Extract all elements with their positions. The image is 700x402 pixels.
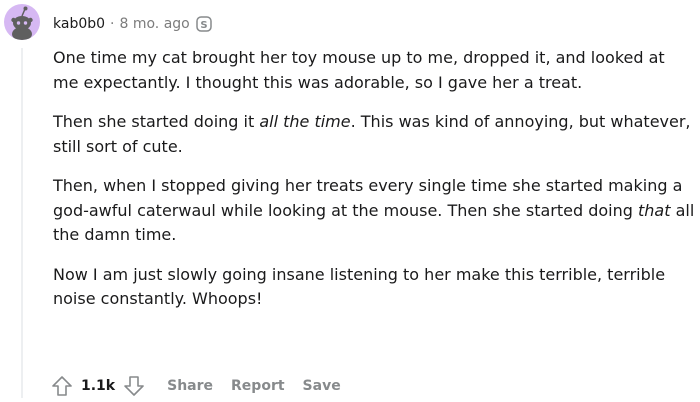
comment-paragraph: Then, when I stopped giving her treats e… bbox=[53, 176, 695, 244]
comment: kab0b0 · 8 mo. ago S One time my cat bro… bbox=[0, 0, 700, 402]
snoo-avatar-icon[interactable] bbox=[4, 4, 40, 40]
edited-s-icon: S bbox=[195, 16, 212, 32]
vote-score: 1.1k bbox=[81, 378, 116, 394]
username-link[interactable]: kab0b0 bbox=[53, 16, 105, 32]
report-button[interactable]: Report bbox=[231, 378, 285, 394]
comment-actions: 1.1k Share Report Save bbox=[51, 372, 341, 400]
thread-line[interactable] bbox=[21, 48, 23, 398]
svg-text:S: S bbox=[200, 20, 207, 31]
comment-paragraph: Now I am just slowly going insane listen… bbox=[53, 264, 666, 309]
save-button[interactable]: Save bbox=[303, 378, 341, 394]
comment-paragraph: One time my cat brought her toy mouse up… bbox=[53, 48, 665, 92]
downvote-arrow-icon[interactable] bbox=[123, 375, 145, 397]
share-button[interactable]: Share bbox=[167, 378, 213, 394]
emphasis-text: all the time bbox=[259, 112, 351, 131]
separator-dot: · bbox=[110, 16, 115, 32]
comment-body: One time my cat brought her toy mouse up… bbox=[53, 46, 695, 327]
upvote-arrow-icon[interactable] bbox=[51, 375, 73, 397]
emphasis-text: that bbox=[637, 200, 671, 220]
comment-header: kab0b0 · 8 mo. ago S bbox=[53, 14, 212, 34]
timestamp-link[interactable]: 8 mo. ago bbox=[119, 16, 189, 32]
comment-paragraph: Then she started doing it all the time. … bbox=[53, 112, 691, 156]
